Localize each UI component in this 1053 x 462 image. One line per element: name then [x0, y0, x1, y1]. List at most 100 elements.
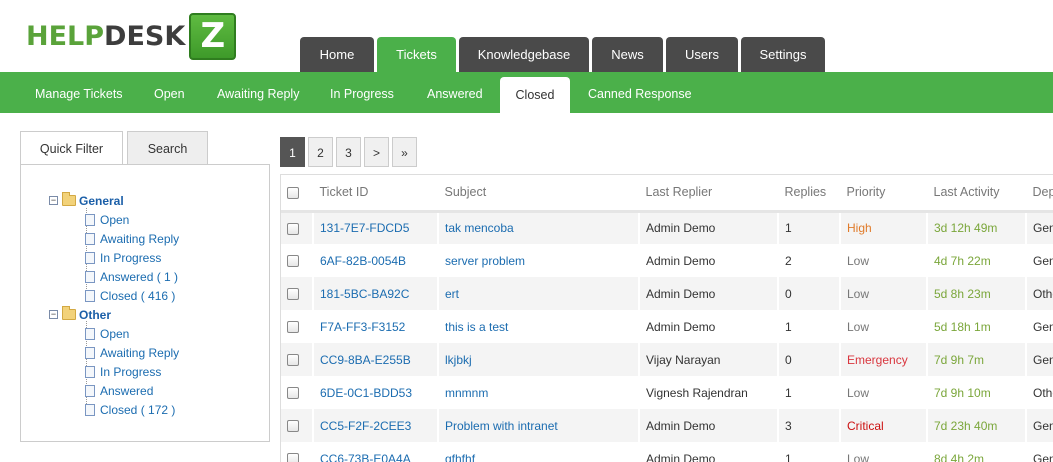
- tree-item-general-open[interactable]: Open: [49, 210, 179, 229]
- table-row[interactable]: F7A-FF3-F3152 this is a test Admin Demo 1 Lo…: [281, 310, 1053, 343]
- column-header-ticket-id[interactable]: Ticket ID: [313, 175, 439, 213]
- subnav-closed[interactable]: Closed: [500, 77, 570, 113]
- tree-item-general-awaiting-reply[interactable]: Awaiting Reply: [49, 229, 179, 248]
- tree-item-label[interactable]: Awaiting Reply: [100, 346, 179, 360]
- tree-item-label[interactable]: In Progress: [100, 251, 161, 265]
- priority: Low: [840, 277, 928, 310]
- subnav-canned-response[interactable]: Canned Response: [588, 72, 692, 113]
- table-row[interactable]: CC5-F2F-2CEE3 Problem with intranet Admin …: [281, 409, 1053, 442]
- table-row[interactable]: 6DE-0C1-BDD53 mnmnm Vignesh Rajendran 1 Low 7…: [281, 376, 1053, 409]
- row-checkbox[interactable]: [287, 255, 299, 268]
- tree-group-label: General: [79, 193, 124, 208]
- tab-search[interactable]: Search: [127, 131, 208, 165]
- ticket-id[interactable]: 6AF-82B-0054B: [313, 244, 439, 277]
- subnav-awaiting-reply[interactable]: Awaiting Reply: [217, 72, 299, 113]
- reply-count: 0: [778, 277, 841, 310]
- table-row[interactable]: 6AF-82B-0054B server problem Admin Demo 2 Lo…: [281, 244, 1053, 277]
- main-nav: Home Tickets Knowledgebase News Users Se…: [300, 37, 828, 72]
- tree-item-label[interactable]: Closed ( 172 ): [100, 403, 175, 417]
- ticket-id[interactable]: CC5-F2F-2CEE3: [313, 409, 439, 442]
- ticket-subject[interactable]: ert: [438, 277, 640, 310]
- priority: Emergency: [840, 343, 928, 376]
- collapse-icon[interactable]: −: [49, 196, 58, 205]
- ticket-subject[interactable]: this is a test: [438, 310, 640, 343]
- tree-group-other[interactable]: − Other: [49, 305, 179, 324]
- tree-item-general-closed[interactable]: Closed ( 416 ): [49, 286, 179, 305]
- table-row[interactable]: CC9-8BA-E255B lkjbkj Vijay Narayan 0 Emergen…: [281, 343, 1053, 376]
- tab-tickets[interactable]: Tickets: [377, 37, 456, 72]
- tree-item-other-answered[interactable]: Answered: [49, 381, 179, 400]
- column-header-priority[interactable]: Priority: [840, 175, 928, 213]
- ticket-id[interactable]: 131-7E7-FDCD5: [313, 211, 439, 244]
- column-header-subject[interactable]: Subject: [438, 175, 640, 213]
- last-replier: Admin Demo: [639, 211, 779, 244]
- tab-news[interactable]: News: [592, 37, 663, 72]
- tab-quick-filter[interactable]: Quick Filter: [20, 131, 123, 165]
- subnav-open[interactable]: Open: [154, 72, 185, 113]
- next-page-button[interactable]: >: [364, 137, 389, 167]
- row-checkbox[interactable]: [287, 288, 299, 301]
- row-checkbox[interactable]: [287, 354, 299, 367]
- ticket-subject[interactable]: lkjbkj: [438, 343, 640, 376]
- tree-item-other-awaiting-reply[interactable]: Awaiting Reply: [49, 343, 179, 362]
- ticket-id[interactable]: CC9-8BA-E255B: [313, 343, 439, 376]
- tab-knowledgebase[interactable]: Knowledgebase: [459, 37, 589, 72]
- ticket-id[interactable]: 181-5BC-BA92C: [313, 277, 439, 310]
- row-checkbox-cell: [281, 277, 314, 310]
- subnav-in-progress[interactable]: In Progress: [330, 72, 394, 113]
- ticket-subject[interactable]: server problem: [438, 244, 640, 277]
- subnav-manage-tickets[interactable]: Manage Tickets: [35, 72, 123, 113]
- tree-item-other-in-progress[interactable]: In Progress: [49, 362, 179, 381]
- subnav-answered[interactable]: Answered: [427, 72, 483, 113]
- ticket-id[interactable]: F7A-FF3-F3152: [313, 310, 439, 343]
- row-checkbox[interactable]: [287, 453, 299, 462]
- last-activity: 3d 12h 49m: [927, 211, 1027, 244]
- ticket-id[interactable]: CC6-73B-E0A4A: [313, 442, 439, 462]
- tab-settings[interactable]: Settings: [741, 37, 825, 72]
- tree-item-label[interactable]: Open: [100, 213, 129, 227]
- row-checkbox[interactable]: [287, 420, 299, 433]
- tab-home[interactable]: Home: [300, 37, 374, 72]
- department: General: [1026, 244, 1053, 277]
- tree-item-label[interactable]: Answered ( 1 ): [100, 270, 178, 284]
- tree-group-general[interactable]: − General: [49, 191, 179, 210]
- tree-item-general-in-progress[interactable]: In Progress: [49, 248, 179, 267]
- row-checkbox[interactable]: [287, 387, 299, 400]
- document-icon: [85, 327, 95, 340]
- collapse-icon[interactable]: −: [49, 310, 58, 319]
- ticket-subject[interactable]: Problem with intranet: [438, 409, 640, 442]
- tree-group-label: Other: [79, 307, 112, 322]
- row-checkbox[interactable]: [287, 223, 299, 236]
- last-page-button[interactable]: »: [392, 137, 417, 167]
- ticket-id[interactable]: 6DE-0C1-BDD53: [313, 376, 439, 409]
- select-all-checkbox[interactable]: [287, 186, 299, 199]
- tree-item-general-answered[interactable]: Answered ( 1 ): [49, 267, 179, 286]
- column-header-replies[interactable]: Replies: [778, 175, 841, 213]
- tree-item-label[interactable]: Awaiting Reply: [100, 232, 179, 246]
- department: General: [1026, 409, 1053, 442]
- ticket-subject[interactable]: mnmnm: [438, 376, 640, 409]
- tree-item-other-closed[interactable]: Closed ( 172 ): [49, 400, 179, 419]
- ticket-subject[interactable]: tak mencoba: [438, 211, 640, 244]
- tree-item-label[interactable]: Answered: [100, 384, 153, 398]
- tree-item-label[interactable]: Closed ( 416 ): [100, 289, 175, 303]
- table-row[interactable]: 131-7E7-FDCD5 tak mencoba Admin Demo 1 High 3…: [281, 211, 1053, 244]
- page-1-button[interactable]: 1: [280, 137, 305, 167]
- helpdeskz-logo[interactable]: HELPDESK Z: [26, 12, 237, 60]
- page-2-button[interactable]: 2: [308, 137, 333, 167]
- column-header-last-replier[interactable]: Last Replier: [639, 175, 779, 213]
- column-header-last-activity[interactable]: Last Activity: [927, 175, 1027, 213]
- table-row[interactable]: 181-5BC-BA92C ert Admin Demo 0 Low 5d 8h 23m O…: [281, 277, 1053, 310]
- tickets-table-container: Ticket ID Subject Last Replier Replies P…: [280, 174, 1053, 462]
- priority: Low: [840, 310, 928, 343]
- table-row[interactable]: CC6-73B-E0A4A gfhfhf Admin Demo 1 Low 8d 4h 2…: [281, 442, 1053, 462]
- tree-item-label[interactable]: Open: [100, 327, 129, 341]
- ticket-subject[interactable]: gfhfhf: [438, 442, 640, 462]
- tree-item-other-open[interactable]: Open: [49, 324, 179, 343]
- tab-users[interactable]: Users: [666, 37, 738, 72]
- tree-item-label[interactable]: In Progress: [100, 365, 161, 379]
- column-header-department[interactable]: Department: [1026, 175, 1053, 213]
- row-checkbox[interactable]: [287, 321, 299, 334]
- logo-z-badge: Z: [189, 12, 237, 60]
- page-3-button[interactable]: 3: [336, 137, 361, 167]
